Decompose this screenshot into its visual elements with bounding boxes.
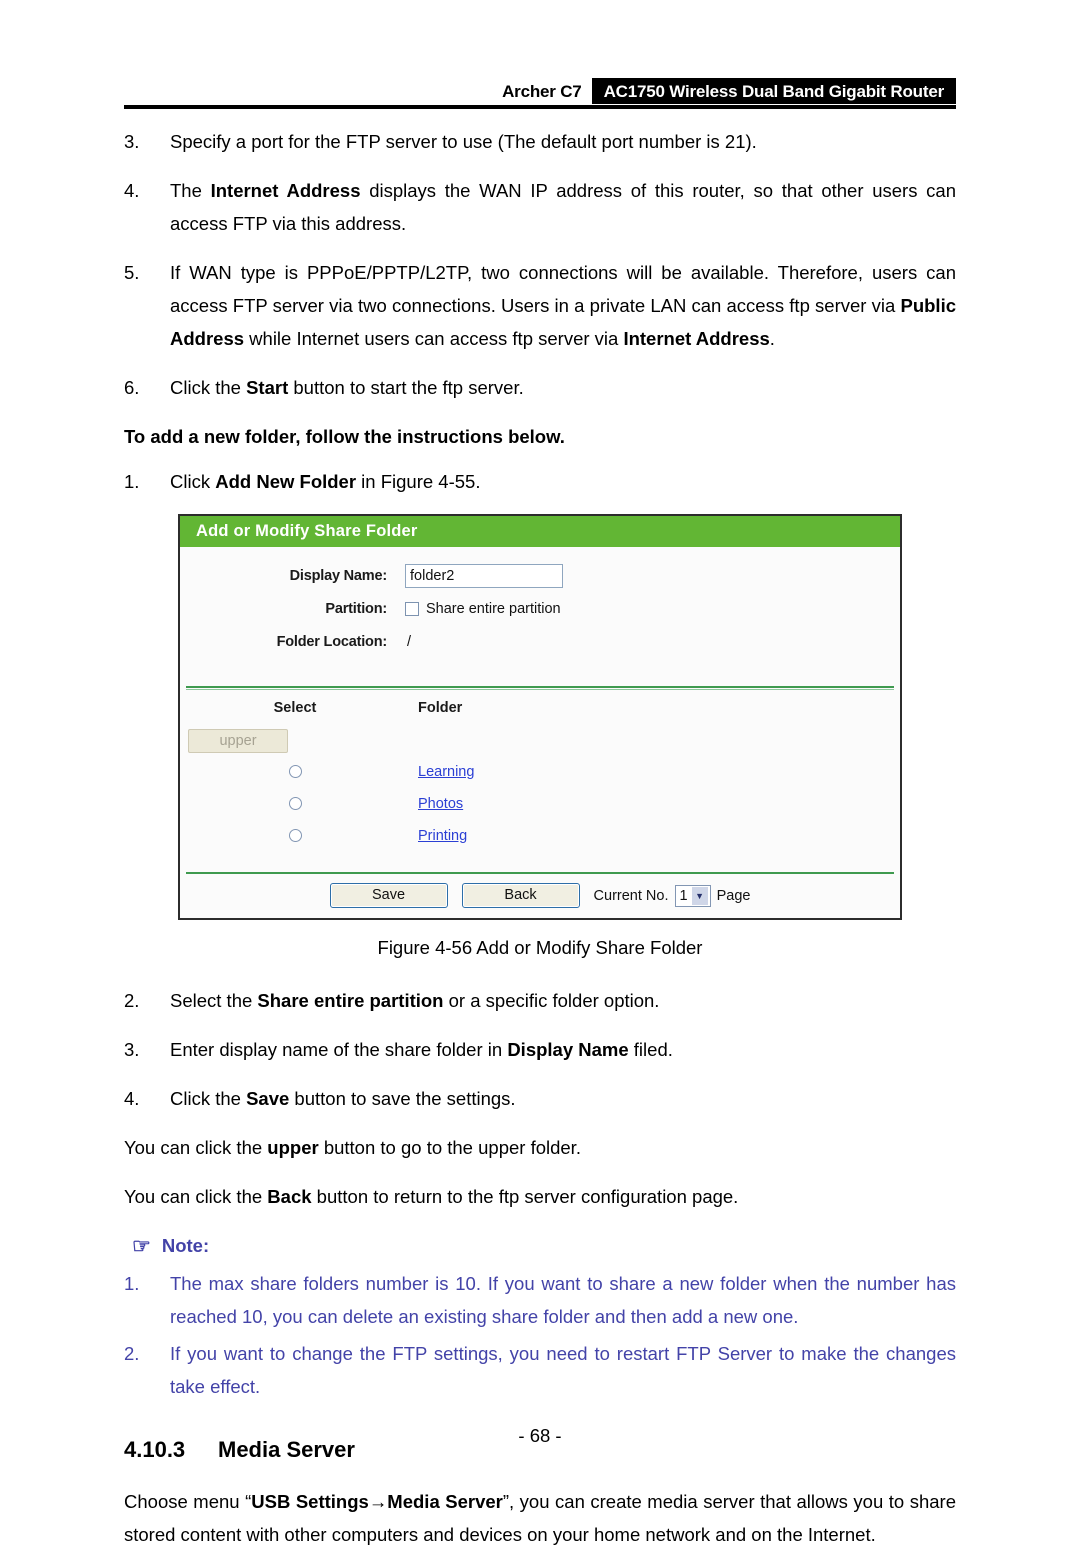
list-item: 3. Enter display name of the share folde… [124,1033,956,1066]
list-item-text: Click the Start button to start the ftp … [170,377,524,398]
list-item-text: Select the Share entire partition or a s… [170,990,660,1011]
current-no-label: Current No. [593,887,669,904]
instructions-lead-in: To add a new folder, follow the instruct… [124,426,565,447]
folder-location-row: Folder Location: / [180,627,900,656]
list-item: 2. If you want to change the FTP setting… [124,1337,956,1403]
list-item-number: 5. [124,262,140,283]
folder-location-value: / [407,633,412,650]
page-label: Page [716,887,751,904]
table-header-row: Select Folder [180,700,900,716]
folder-browser-table: Select Folder upper Learning Photos Prin… [180,690,900,866]
upper-button-row: upper [180,724,900,758]
table-row: Learning [180,758,900,785]
list-item: 1. Click Add New Folder in Figure 4-55. [124,465,956,498]
folder-link[interactable]: Learning [410,764,474,780]
panel-title-bar: Add or Modify Share Folder [180,516,900,547]
list-item-number: 2. [124,1343,140,1364]
folder-select-radio[interactable] [288,829,302,842]
panel-footer: Save Back Current No. 1 ▼ Page [186,872,894,918]
list-item: 4. The Internet Address displays the WAN… [124,174,956,240]
header-product-name: AC1750 Wireless Dual Band Gigabit Router [591,78,956,104]
figure-caption: Figure 4-56 Add or Modify Share Folder [377,937,703,958]
page-number-footer: - 68 - [518,1425,562,1446]
list-item: 5. If WAN type is PPPoE/PPTP/L2TP, two c… [124,256,956,355]
table-row: Printing [180,822,900,849]
list-item-number: 4. [124,180,140,201]
chevron-down-icon: ▼ [691,886,708,905]
list-item-number: 2. [124,990,140,1011]
partition-row: Partition: Share entire partition [180,594,900,623]
folder-location-label: Folder Location: [276,633,388,650]
column-header-select: Select [273,700,317,716]
back-button[interactable]: Back [461,883,580,908]
page-select-value: 1 [679,887,688,904]
save-button[interactable]: Save [329,883,448,908]
folder-link[interactable]: Printing [410,828,467,844]
list-item-number: 3. [124,1039,140,1060]
list-item-number: 6. [124,377,140,398]
list-item-text: The max share folders number is 10. If y… [170,1273,956,1327]
display-name-label: Display Name: [289,567,388,584]
header-divider-rule [124,105,956,109]
document-body: 3. Specify a port for the FTP server to … [124,125,956,1567]
header-model-name: Archer C7 [502,82,582,101]
list-item-number: 3. [124,131,140,152]
upper-button[interactable]: upper [188,729,288,753]
list-item: 3. Specify a port for the FTP server to … [124,125,956,158]
list-item: 1. The max share folders number is 10. I… [124,1267,956,1333]
pointing-hand-icon: ☞ [132,1234,151,1258]
paragraph-upper-button: You can click the upper button to go to … [124,1137,581,1158]
add-or-modify-share-folder-panel: Add or Modify Share Folder Display Name:… [178,514,902,920]
list-item-text: Specify a port for the FTP server to use… [170,131,757,152]
steps-top-list: 3. Specify a port for the FTP server to … [124,125,956,404]
table-row: Photos [180,790,900,817]
list-item-number: 1. [124,471,140,492]
list-item-text: Click Add New Folder in Figure 4-55. [170,471,481,492]
list-item: 6. Click the Start button to start the f… [124,371,956,404]
share-folder-form: Display Name: Partition: Share entire pa… [180,547,900,674]
document-page: Archer C7 AC1750 Wireless Dual Band Giga… [0,0,1080,1545]
list-item: 2. Select the Share entire partition or … [124,984,956,1017]
paragraph-back-button: You can click the Back button to return … [124,1186,739,1207]
folder-select-radio[interactable] [288,797,302,810]
display-name-input[interactable] [405,563,563,588]
list-item-number: 1. [124,1273,140,1294]
share-entire-partition-checkbox[interactable] [405,601,419,616]
note-title: Note: [161,1235,210,1256]
list-item-text: If you want to change the FTP settings, … [170,1343,956,1397]
steps-bottom-list: 2. Select the Share entire partition or … [124,984,956,1115]
list-item-text: The Internet Address displays the WAN IP… [170,180,956,234]
folder-link[interactable]: Photos [410,796,463,812]
share-entire-partition-label: Share entire partition [426,600,561,617]
list-item-text: If WAN type is PPPoE/PPTP/L2TP, two conn… [170,262,956,349]
note-heading: ☞ Note: [132,1235,956,1257]
note-list: 1. The max share folders number is 10. I… [124,1267,956,1403]
partition-label: Partition: [325,600,387,617]
page-select[interactable]: 1 ▼ [674,884,711,907]
folder-select-radio[interactable] [288,765,302,778]
figure-container: Add or Modify Share Folder Display Name:… [124,514,956,920]
display-name-row: Display Name: [180,561,900,590]
list-item: 4. Click the Save button to save the set… [124,1082,956,1115]
list-item-text: Click the Save button to save the settin… [170,1088,516,1109]
list-item-number: 4. [124,1088,140,1109]
pagination-control: Current No. 1 ▼ Page [593,884,751,907]
document-running-header: Archer C7 AC1750 Wireless Dual Band Giga… [124,78,956,109]
column-header-folder: Folder [418,700,463,716]
section-body-paragraph: Choose menu “USB Settings→Media Server”,… [124,1491,956,1545]
list-item-text: Enter display name of the share folder i… [170,1039,673,1060]
